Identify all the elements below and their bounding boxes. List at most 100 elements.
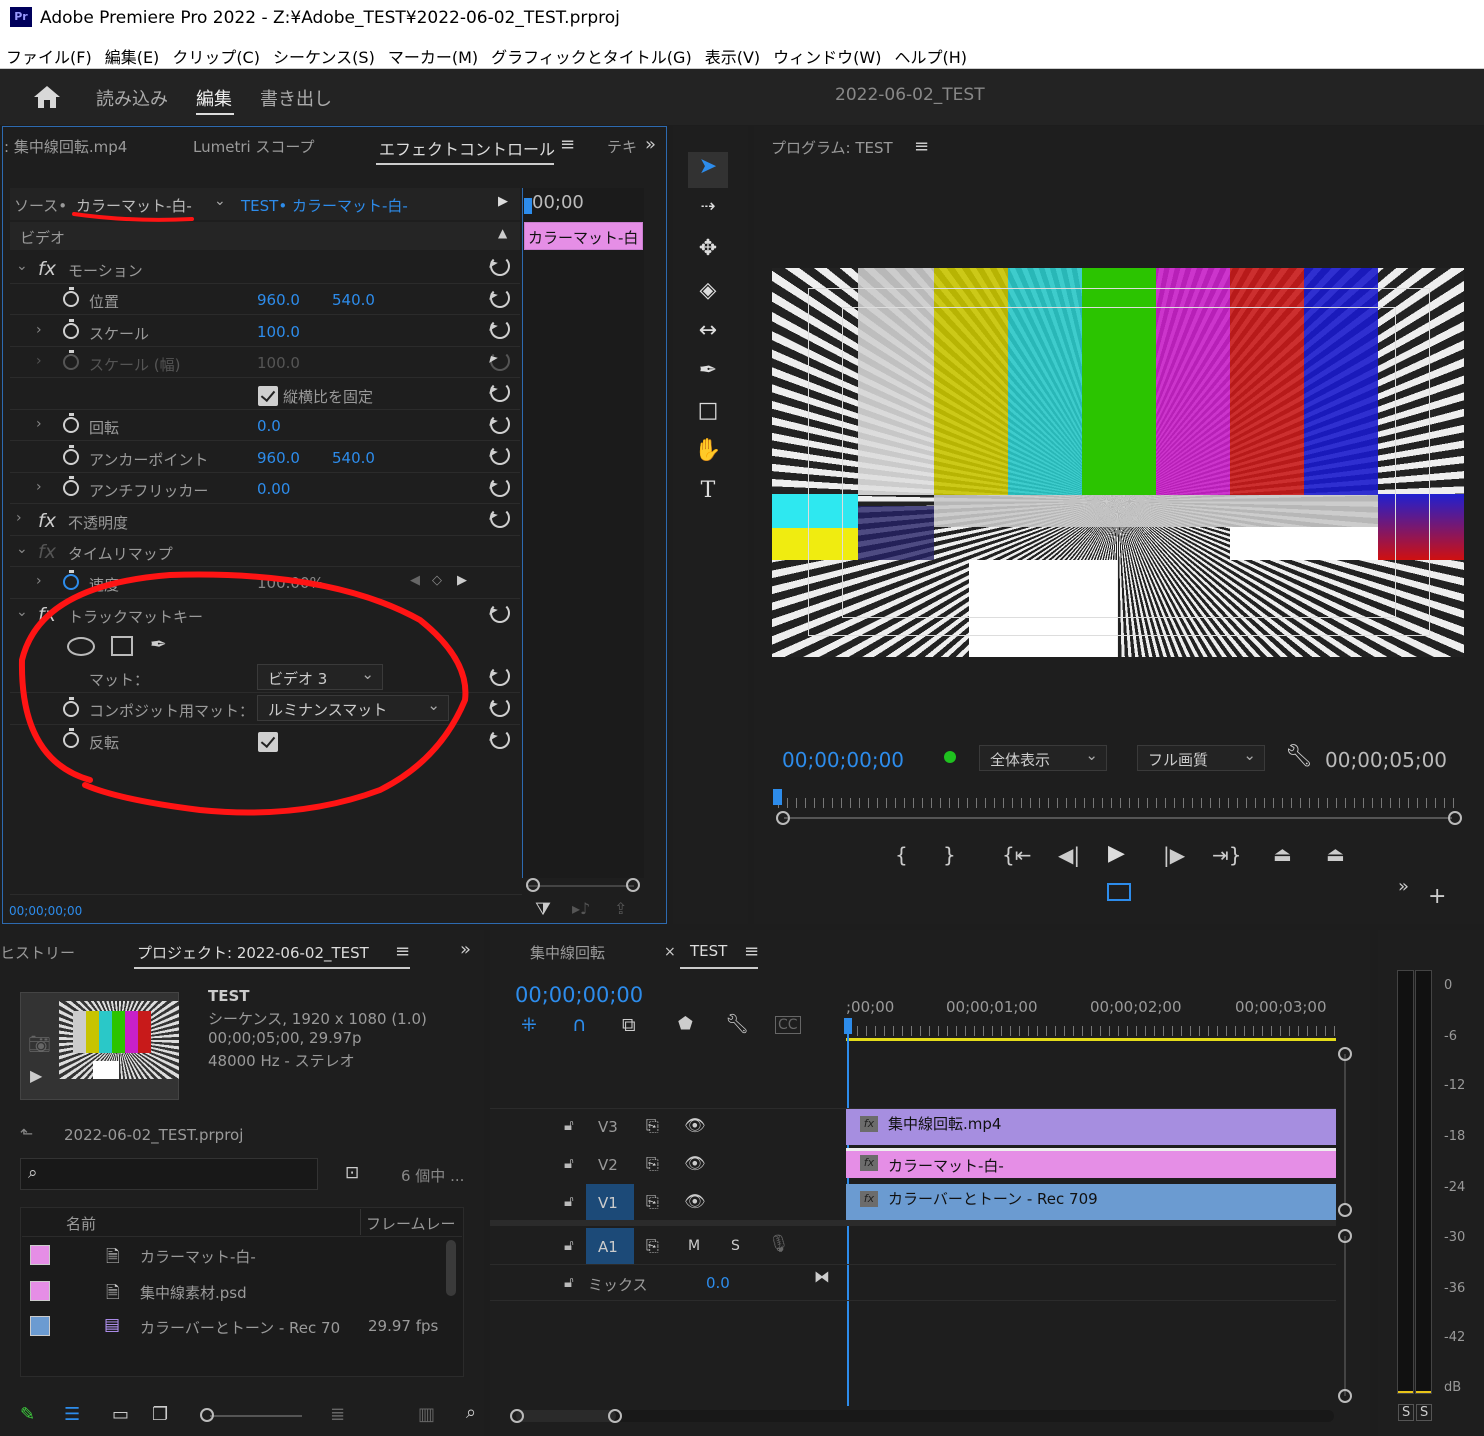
scroll-handle-icon[interactable] xyxy=(1338,1389,1352,1403)
video-frame[interactable] xyxy=(772,268,1464,657)
eye-icon[interactable]: 👁︎ xyxy=(684,1154,706,1174)
menu-view[interactable]: 表示(V) xyxy=(705,44,760,68)
sync-lock-icon[interactable]: ⎘ xyxy=(646,1116,659,1136)
go-to-out-icon[interactable]: ⇥} xyxy=(1212,843,1241,867)
automate-icon[interactable]: ▥ xyxy=(418,1404,435,1425)
filter-icon[interactable]: ⧩ xyxy=(535,899,551,920)
timeline-ruler[interactable] xyxy=(848,1026,1336,1036)
vertical-scrollbar[interactable] xyxy=(1344,1054,1346,1204)
track-label-v3[interactable]: V3 xyxy=(598,1118,618,1136)
scroll-handle-icon[interactable] xyxy=(1448,811,1462,825)
scroll-handle-icon[interactable] xyxy=(1338,1229,1352,1243)
play-icon[interactable]: ▶ xyxy=(1108,841,1125,866)
nest-icon[interactable]: ⁜ xyxy=(521,1014,537,1036)
find-bin-icon[interactable]: ⊡ xyxy=(345,1163,359,1183)
track-label-v1[interactable]: V1 xyxy=(598,1194,618,1212)
tab-project[interactable]: プロジェクト: 2022-06-02_TEST xyxy=(137,942,369,963)
tab-sequence-2[interactable]: TEST xyxy=(690,942,727,960)
col-name[interactable]: 名前 xyxy=(66,1213,96,1234)
selection-tool-icon[interactable]: ➤ xyxy=(688,154,728,190)
eye-icon[interactable]: 👁︎ xyxy=(684,1116,706,1136)
solo-left-button[interactable]: S xyxy=(1398,1404,1415,1421)
scroll-handle-icon[interactable] xyxy=(526,878,540,892)
lock-icon[interactable]: 🔓︎ xyxy=(564,1236,574,1254)
mark-out-icon[interactable]: } xyxy=(943,843,956,867)
horizontal-scroll-thumb[interactable] xyxy=(516,1410,616,1422)
lift-icon[interactable]: ⏏ xyxy=(1273,842,1292,866)
scroll-handle-icon[interactable] xyxy=(776,811,790,825)
col-rate[interactable]: フレームレー xyxy=(366,1213,456,1234)
folder-up-icon[interactable]: ⬑ xyxy=(20,1124,33,1143)
clip-v1[interactable]: fx カラーバーとトーン - Rec 709 xyxy=(846,1184,1336,1220)
track-label-v2[interactable]: V2 xyxy=(598,1156,618,1174)
play-thumbnail-icon[interactable]: ▶ xyxy=(30,1066,42,1085)
scroll-handle-icon[interactable] xyxy=(1338,1047,1352,1061)
go-to-in-icon[interactable]: {⇤ xyxy=(1002,843,1031,867)
add-button-icon[interactable]: + xyxy=(1428,884,1446,909)
label-swatch[interactable] xyxy=(30,1316,50,1336)
effect-footer-timecode[interactable]: 00;00;00;00 xyxy=(9,904,82,918)
panel-menu-icon[interactable]: ≡ xyxy=(395,941,410,962)
overflow-chevron-icon[interactable]: » xyxy=(1398,876,1409,897)
label-swatch[interactable] xyxy=(30,1245,50,1265)
zoom-scrollbar[interactable] xyxy=(526,885,634,897)
sync-lock-icon[interactable]: ⎘ xyxy=(646,1192,659,1212)
horizontal-scrollbar[interactable] xyxy=(516,1410,1334,1422)
solo-right-button[interactable]: S xyxy=(1416,1404,1433,1421)
list-scrollbar[interactable] xyxy=(446,1240,456,1296)
sync-lock-icon[interactable]: ⎘ xyxy=(646,1154,659,1174)
timeline-playhead[interactable] xyxy=(844,1018,852,1034)
rectangle-tool-icon[interactable]: □ xyxy=(688,398,728,434)
slip-tool-icon[interactable]: ↔ xyxy=(688,318,728,354)
program-timecode[interactable]: 00;00;00;00 xyxy=(782,748,904,772)
linked-selection-icon[interactable]: ⧉ xyxy=(622,1014,636,1036)
scroll-handle-icon[interactable] xyxy=(608,1409,622,1423)
captions-icon[interactable]: CC xyxy=(775,1016,801,1034)
close-icon[interactable]: × xyxy=(664,944,676,960)
work-area-bar[interactable] xyxy=(846,1038,1336,1041)
mute-button[interactable]: M xyxy=(688,1238,700,1254)
overflow-chevron-icon[interactable]: » xyxy=(460,939,471,960)
panel-menu-icon[interactable]: ≡ xyxy=(744,941,759,962)
list-item[interactable]: ▤ カラーバーとトーン - Rec 70 29.97 fps xyxy=(22,1309,442,1343)
program-ruler[interactable] xyxy=(778,798,1458,808)
find-icon[interactable]: ⌕ xyxy=(466,1402,476,1423)
freeform-view-icon[interactable]: ❐ xyxy=(152,1404,168,1425)
lock-icon[interactable]: 🔓︎ xyxy=(564,1154,574,1172)
tab-history[interactable]: ヒストリー xyxy=(0,942,75,963)
mix-value[interactable]: 0.0 xyxy=(706,1274,730,1292)
track-select-tool-icon[interactable]: ⇢ xyxy=(688,196,728,232)
track-label-a1[interactable]: A1 xyxy=(598,1238,618,1256)
program-playhead[interactable] xyxy=(773,789,782,805)
scroll-handle-icon[interactable] xyxy=(1338,1203,1352,1217)
mark-in-icon[interactable]: { xyxy=(895,843,908,867)
extract-icon[interactable]: ⏏ xyxy=(1326,842,1345,866)
step-forward-icon[interactable]: |▶︎ xyxy=(1163,843,1185,867)
clip-v2[interactable]: fx カラーマット-白- xyxy=(846,1148,1336,1178)
go-to-end-icon[interactable]: ⧓ xyxy=(814,1267,830,1286)
zoom-slider[interactable] xyxy=(210,1415,302,1417)
list-view-icon[interactable]: ☰ xyxy=(64,1404,80,1425)
zoom-dropdown[interactable]: 全体表示 xyxy=(979,745,1107,771)
scroll-handle-icon[interactable] xyxy=(626,878,640,892)
lock-icon[interactable]: 🔓︎ xyxy=(564,1192,574,1210)
scroll-handle-icon[interactable] xyxy=(510,1409,524,1423)
sync-lock-icon[interactable]: ⎘ xyxy=(646,1236,659,1256)
eye-icon[interactable]: 👁︎ xyxy=(684,1192,706,1212)
label-swatch[interactable] xyxy=(30,1281,50,1301)
snap-magnet-icon[interactable]: ∩ xyxy=(572,1012,587,1036)
pen-tool-icon[interactable]: ✒ xyxy=(688,358,728,394)
program-zoom-bar[interactable] xyxy=(784,817,1452,819)
clip-v3[interactable]: fx 集中線回転.mp4 xyxy=(846,1109,1336,1145)
icon-view-icon[interactable]: ▭ xyxy=(112,1404,129,1425)
tab-sequence-1[interactable]: 集中線回転 xyxy=(530,942,605,963)
wrench-icon[interactable]: 🔧︎ xyxy=(725,1012,749,1035)
list-item[interactable]: 🗎︎ カラーマット-白- xyxy=(22,1238,442,1272)
sort-icon[interactable]: ≣ xyxy=(330,1404,345,1425)
list-item[interactable]: 🗎︎ 集中線素材.psd xyxy=(22,1274,442,1308)
lock-icon[interactable]: 🔓︎ xyxy=(564,1273,574,1291)
search-input[interactable] xyxy=(20,1158,318,1190)
lock-icon[interactable]: 🔓︎ xyxy=(564,1116,574,1134)
step-back-icon[interactable]: ◀︎| xyxy=(1058,843,1080,867)
zoom-slider-handle[interactable] xyxy=(200,1408,214,1422)
